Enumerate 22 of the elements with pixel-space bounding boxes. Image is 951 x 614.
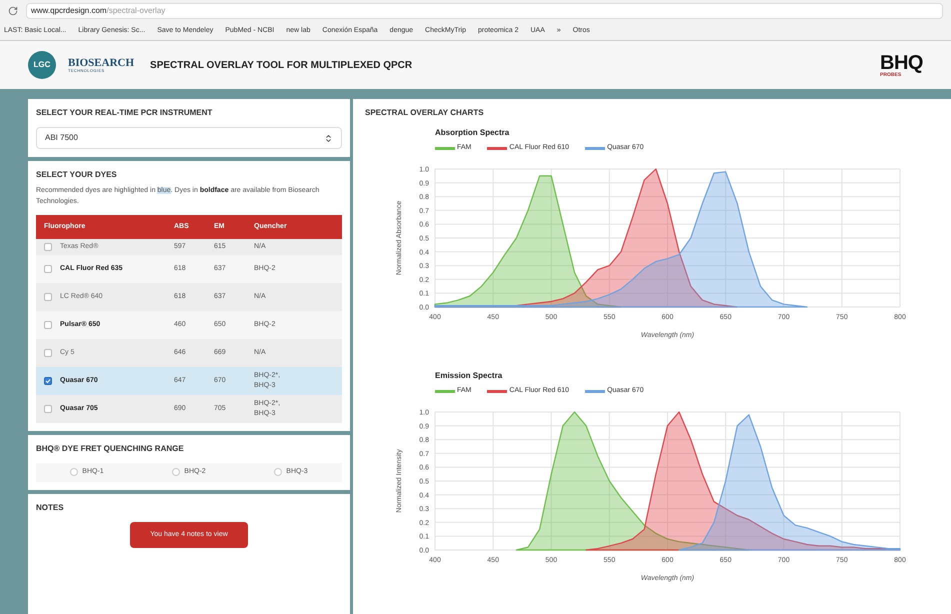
probes-logo: BHQ (880, 52, 923, 72)
checkbox[interactable] (44, 265, 52, 273)
section-heading: SPECTRAL OVERLAY CHARTS (365, 107, 485, 119)
chart-title: Absorption Spectra (435, 127, 510, 139)
checkbox[interactable] (44, 377, 52, 385)
section-heading: NOTES (36, 502, 65, 514)
chart-title: Emission Spectra (435, 370, 502, 382)
page-title: SPECTRAL OVERLAY TOOL FOR MULTIPLEXED QPCR (150, 58, 412, 72)
select-arrows-icon (324, 134, 333, 142)
checkbox[interactable] (44, 293, 52, 301)
checkbox[interactable] (44, 321, 52, 329)
reload-icon[interactable] (8, 6, 18, 16)
instrument-select[interactable]: ABI 7500 (36, 127, 342, 149)
section-heading: SELECT YOUR REAL-TIME PCR INSTRUMENT (36, 107, 214, 119)
address-field[interactable]: www.qpcrdesign.com/spectral-overlay (26, 3, 943, 19)
section-heading: BHQ® DYE FRET QUENCHING RANGE (36, 443, 185, 455)
checkbox[interactable] (44, 243, 52, 251)
checkbox[interactable] (44, 405, 52, 413)
checkbox[interactable] (44, 349, 52, 357)
brand-name: BIOSEARCH (68, 58, 134, 68)
section-heading: SELECT YOUR DYES (36, 169, 118, 181)
logo-badge: LGC (28, 51, 56, 79)
